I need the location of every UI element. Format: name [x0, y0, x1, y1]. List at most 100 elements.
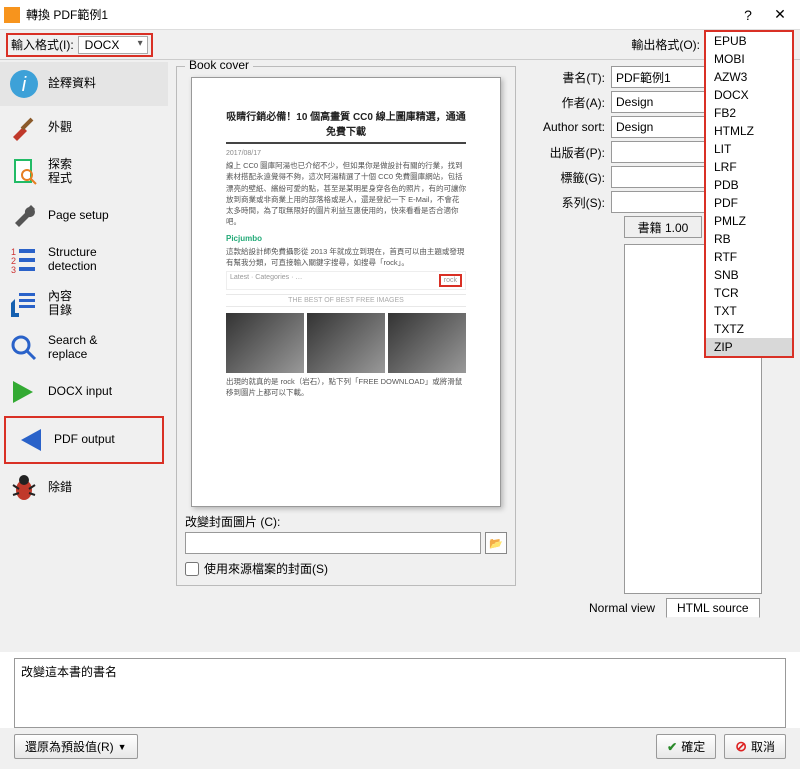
brush-icon	[8, 112, 40, 144]
use-source-label: 使用來源檔案的封面(S)	[204, 560, 328, 577]
format-option-fb2[interactable]: FB2	[706, 104, 792, 122]
tags-label: 標籤(G):	[538, 169, 611, 186]
document-search-icon	[8, 156, 40, 188]
sidebar-item-label: DOCX input	[48, 385, 112, 399]
preview-nav: Latest · Categories · … rock	[226, 271, 466, 290]
format-option-snb[interactable]: SNB	[706, 266, 792, 284]
thumb-image	[388, 313, 466, 373]
sidebar-item-docx-input[interactable]: DOCX input	[0, 370, 168, 414]
format-option-rtf[interactable]: RTF	[706, 248, 792, 266]
sidebar-item-content-toc[interactable]: 內容 目錄	[0, 282, 168, 326]
input-format-group: 輸入格式(I): DOCX	[6, 33, 153, 57]
format-option-htmlz[interactable]: HTMLZ	[706, 122, 792, 140]
sidebar-item-structure[interactable]: 123 Structure detection	[0, 238, 168, 282]
cover-preview: 吸睛行銷必備！10 個高畫質 CC0 線上圖庫精選，通通免費下載 2017/08…	[191, 77, 501, 507]
format-option-txt[interactable]: TXT	[706, 302, 792, 320]
format-option-lrf[interactable]: LRF	[706, 158, 792, 176]
format-option-docx[interactable]: DOCX	[706, 86, 792, 104]
format-option-rb[interactable]: RB	[706, 230, 792, 248]
format-option-pdf[interactable]: PDF	[706, 194, 792, 212]
wrench-icon	[8, 200, 40, 232]
view-tabs: Normal view HTML source	[578, 598, 776, 618]
series-label: 系列(S):	[538, 194, 611, 211]
thumb-image	[226, 313, 304, 373]
preview-footer: 出現的就真的是 rock（岩石），點下列「FREE DOWNLOAD」或將滑鼠移…	[226, 376, 466, 399]
sidebar-item-label: Search & replace	[48, 334, 97, 362]
sidebar-item-label: 除錯	[48, 481, 72, 495]
format-option-lit[interactable]: LIT	[706, 140, 792, 158]
touch-list-icon	[8, 288, 40, 320]
format-option-mobi[interactable]: MOBI	[706, 50, 792, 68]
sidebar-item-label: 外觀	[48, 121, 72, 135]
input-format-select[interactable]: DOCX	[78, 36, 148, 54]
arrow-left-icon	[14, 424, 46, 456]
app-icon	[4, 7, 20, 23]
cover-group: Book cover 吸睛行銷必備！10 個高畫質 CC0 線上圖庫精選，通通免…	[176, 66, 516, 586]
tab-normal[interactable]: Normal view	[578, 598, 666, 618]
titlebar: 轉換 PDF範例1 ? ✕	[0, 0, 800, 30]
sidebar-item-label: PDF output	[54, 433, 115, 447]
input-format-label: 輸入格式(I):	[11, 36, 74, 53]
sidebar-item-look[interactable]: 外觀	[0, 106, 168, 150]
authorsort-label: Author sort:	[538, 120, 611, 134]
use-source-row: 使用來源檔案的封面(S)	[185, 560, 507, 577]
title-change-box[interactable]: 改變這本書的書名	[14, 658, 786, 728]
output-format-dropdown[interactable]: EPUBMOBIAZW3DOCXFB2HTMLZLITLRFPDBPDFPMLZ…	[704, 30, 794, 358]
preview-thumbs	[226, 313, 466, 373]
bottom-bar: 還原為預設值(R) ▼ ✔確定 ⊘取消	[0, 728, 800, 769]
preview-title: 吸睛行銷必備！10 個高畫質 CC0 線上圖庫精選，通通免費下載	[226, 108, 466, 144]
preview-p1: 線上 CC0 圖庫阿湯也已介紹不少，但如果你是做設計有關的行業，找到素材搭配永遠…	[226, 160, 466, 228]
sidebar: i 詮釋資料 外觀 探索 程式 Page setup 123 Structure…	[0, 60, 168, 652]
output-format-label: 輸出格式(O):	[631, 36, 700, 53]
format-option-azw3[interactable]: AZW3	[706, 68, 792, 86]
sidebar-item-interpret[interactable]: i 詮釋資料	[0, 62, 168, 106]
format-option-epub[interactable]: EPUB	[706, 32, 792, 50]
series-index[interactable]: 書籍 1.00	[624, 216, 702, 238]
cancel-button[interactable]: ⊘取消	[724, 734, 786, 759]
window-title: 轉換 PDF範例1	[26, 6, 732, 23]
sidebar-item-label: Page setup	[48, 209, 109, 223]
svg-text:3: 3	[11, 265, 16, 275]
sidebar-item-page-setup[interactable]: Page setup	[0, 194, 168, 238]
cover-path-label: 改變封面圖片 (C):	[185, 513, 507, 530]
ok-button[interactable]: ✔確定	[656, 734, 716, 759]
sidebar-item-label: 內容 目錄	[48, 290, 72, 318]
browse-button[interactable]: 📂	[485, 532, 507, 554]
book-label: 書名(T):	[538, 69, 611, 86]
preview-section-title: THE BEST OF BEST FREE IMAGES	[226, 294, 466, 307]
format-toolbar: 輸入格式(I): DOCX 輸出格式(O):	[0, 30, 800, 60]
magnifier-icon	[8, 332, 40, 364]
close-button[interactable]: ✕	[764, 1, 796, 29]
thumb-image	[307, 313, 385, 373]
sidebar-item-label: Structure detection	[48, 246, 97, 274]
sidebar-item-search-program[interactable]: 探索 程式	[0, 150, 168, 194]
list-numbered-icon: 123	[8, 244, 40, 276]
format-option-zip[interactable]: ZIP	[706, 338, 792, 356]
bug-icon	[8, 472, 40, 504]
preview-brand: Picjumbo	[226, 234, 466, 243]
restore-defaults-button[interactable]: 還原為預設值(R) ▼	[14, 734, 138, 759]
preview-searchbox: rock	[439, 274, 462, 287]
format-option-txtz[interactable]: TXTZ	[706, 320, 792, 338]
preview-p2: 這款給設計師免費攝影從 2013 年就成立到現在，首頁可以由主題或發現有幫我分類…	[226, 246, 466, 269]
cover-path-input[interactable]	[185, 532, 481, 554]
tab-html[interactable]: HTML source	[666, 598, 760, 618]
main-area: i 詮釋資料 外觀 探索 程式 Page setup 123 Structure…	[0, 60, 800, 652]
preview-date: 2017/08/17	[226, 150, 466, 157]
sidebar-item-pdf-output[interactable]: PDF output	[4, 416, 164, 464]
author-label: 作者(A):	[538, 94, 611, 111]
cancel-icon: ⊘	[735, 738, 747, 755]
sidebar-item-debug[interactable]: 除錯	[0, 466, 168, 510]
format-option-tcr[interactable]: TCR	[706, 284, 792, 302]
format-option-pdb[interactable]: PDB	[706, 176, 792, 194]
cover-path-row: 📂	[185, 532, 507, 554]
sidebar-item-label: 詮釋資料	[48, 77, 96, 91]
cover-legend: Book cover	[185, 60, 253, 72]
sidebar-item-search-replace[interactable]: Search & replace	[0, 326, 168, 370]
sidebar-item-label: 探索 程式	[48, 158, 72, 186]
use-source-checkbox[interactable]	[185, 562, 199, 576]
arrow-right-icon	[8, 376, 40, 408]
format-option-pmlz[interactable]: PMLZ	[706, 212, 792, 230]
help-button[interactable]: ?	[732, 1, 764, 29]
info-icon: i	[8, 68, 40, 100]
